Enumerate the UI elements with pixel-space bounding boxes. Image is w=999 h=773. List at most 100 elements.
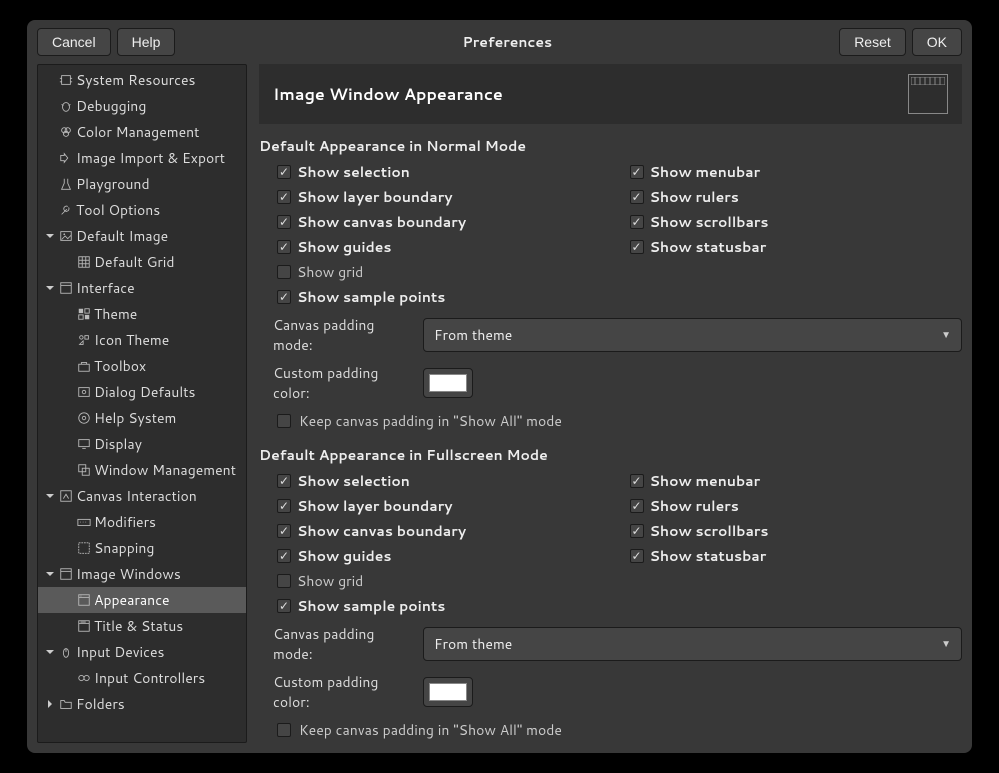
- checkbox[interactable]: [277, 190, 291, 204]
- expander-icon[interactable]: [44, 698, 56, 710]
- checkbox-row: Show selection: [277, 471, 610, 491]
- tree-item-label: Playground: [76, 174, 150, 194]
- checkbox-row: Show sample points: [277, 287, 610, 307]
- toolbox-icon: [76, 358, 92, 374]
- window-icon: [58, 280, 74, 296]
- checkbox[interactable]: [277, 240, 291, 254]
- checkbox[interactable]: [277, 499, 291, 513]
- io-icon: [58, 150, 74, 166]
- checkbox-label: Show rulers: [650, 187, 739, 207]
- tree-item-label: System Resources: [76, 70, 195, 90]
- tree-item-default-grid[interactable]: Default Grid: [38, 249, 246, 275]
- checkbox-label: Show selection: [297, 471, 410, 491]
- tree-item-label: Image Import & Export: [76, 148, 225, 168]
- tree-item-help-system[interactable]: Help System: [38, 405, 246, 431]
- chevron-down-icon: ▼: [941, 637, 951, 651]
- checkbox[interactable]: [630, 165, 644, 179]
- tree-item-input-controllers[interactable]: Input Controllers: [38, 665, 246, 691]
- checkbox[interactable]: [630, 215, 644, 229]
- tree-item-interface[interactable]: Interface: [38, 275, 246, 301]
- checkbox-row: Show guides: [277, 237, 610, 257]
- checkbox-label: Show layer boundary: [297, 496, 453, 516]
- padding-mode-dropdown[interactable]: From theme ▼: [423, 318, 962, 352]
- checkbox[interactable]: [277, 549, 291, 563]
- padding-mode-dropdown[interactable]: From theme ▼: [423, 627, 962, 661]
- tree-item-icon-theme[interactable]: Icon Theme: [38, 327, 246, 353]
- checkbox[interactable]: [630, 190, 644, 204]
- tree-item-tool-options[interactable]: Tool Options: [38, 197, 246, 223]
- tree-item-toolbox[interactable]: Toolbox: [38, 353, 246, 379]
- cancel-button[interactable]: Cancel: [37, 28, 111, 56]
- theme-icon: [76, 306, 92, 322]
- expander-icon[interactable]: [44, 568, 56, 580]
- checkbox[interactable]: [277, 723, 291, 737]
- category-tree[interactable]: System Resources DebuggingColor Managemen…: [37, 64, 247, 743]
- expander-icon[interactable]: [44, 646, 56, 658]
- help-icon: [76, 410, 92, 426]
- checkbox[interactable]: [277, 215, 291, 229]
- section-title: Default Appearance in Normal Mode: [259, 136, 962, 156]
- tree-item-label: Folders: [76, 694, 125, 714]
- padding-color-button[interactable]: [423, 368, 473, 398]
- preferences-dialog: Cancel Help Preferences Reset OK System …: [27, 20, 972, 753]
- section-fullscreen: Default Appearance in Fullscreen Mode Sh…: [259, 445, 962, 740]
- checkbox-label: Show grid: [297, 571, 363, 591]
- checkbox[interactable]: [277, 599, 291, 613]
- checkbox-label: Show guides: [297, 237, 391, 257]
- keyboard-icon: [76, 514, 92, 530]
- tree-item-snapping[interactable]: Snapping: [38, 535, 246, 561]
- checkbox[interactable]: [630, 240, 644, 254]
- tree-item-theme[interactable]: Theme: [38, 301, 246, 327]
- checkbox[interactable]: [630, 549, 644, 563]
- tree-item-input-devices[interactable]: Input Devices: [38, 639, 246, 665]
- checkbox[interactable]: [277, 290, 291, 304]
- padding-mode-row: Canvas padding mode: From theme ▼: [259, 624, 962, 664]
- tree-item-default-image[interactable]: Default Image: [38, 223, 246, 249]
- bug-icon: [58, 98, 74, 114]
- checkbox[interactable]: [630, 474, 644, 488]
- checkbox-row: Show layer boundary: [277, 187, 610, 207]
- tree-item-image-windows[interactable]: Image Windows: [38, 561, 246, 587]
- checkbox[interactable]: [277, 574, 291, 588]
- checkbox-label: Show rulers: [650, 496, 739, 516]
- tree-item-title-status[interactable]: Title & Status: [38, 613, 246, 639]
- ok-button[interactable]: OK: [912, 28, 962, 56]
- grid-icon: [76, 254, 92, 270]
- tree-item-window-management[interactable]: Window Management: [38, 457, 246, 483]
- tree-item-label: Appearance: [94, 590, 170, 610]
- checkbox[interactable]: [277, 474, 291, 488]
- section-title: Default Appearance in Fullscreen Mode: [259, 445, 962, 465]
- tree-item-modifiers[interactable]: Modifiers: [38, 509, 246, 535]
- help-button[interactable]: Help: [117, 28, 176, 56]
- tree-item-canvas-interaction[interactable]: Canvas Interaction: [38, 483, 246, 509]
- tree-item-display[interactable]: Display: [38, 431, 246, 457]
- checkbox[interactable]: [277, 265, 291, 279]
- circles-icon: [58, 124, 74, 140]
- expander-icon[interactable]: [44, 282, 56, 294]
- tree-item-label: Modifiers: [94, 512, 156, 532]
- color-swatch: [429, 374, 467, 392]
- tree-item-appearance[interactable]: Appearance: [38, 587, 246, 613]
- checkbox-label: Show canvas boundary: [297, 521, 466, 541]
- padding-color-button[interactable]: [423, 677, 473, 707]
- tree-item-system-resources[interactable]: System Resources: [38, 67, 246, 93]
- checkbox-row: Show menubar: [630, 162, 963, 182]
- checkbox[interactable]: [277, 414, 291, 428]
- tree-item-folders[interactable]: Folders: [38, 691, 246, 717]
- checkbox[interactable]: [277, 165, 291, 179]
- input-icon: [58, 644, 74, 660]
- checkbox[interactable]: [630, 499, 644, 513]
- tree-item-playground[interactable]: Playground: [38, 171, 246, 197]
- checkbox-label: Keep canvas padding in "Show All" mode: [299, 411, 562, 431]
- tree-item-debugging[interactable]: Debugging: [38, 93, 246, 119]
- checkbox-grid: Show selection Show layer boundary Show …: [259, 471, 962, 616]
- checkbox[interactable]: [277, 524, 291, 538]
- checkbox[interactable]: [630, 524, 644, 538]
- tree-item-image-import-export[interactable]: Image Import & Export: [38, 145, 246, 171]
- tree-item-color-management[interactable]: Color Management: [38, 119, 246, 145]
- reset-button[interactable]: Reset: [839, 28, 906, 56]
- dialog-content: System Resources DebuggingColor Managemen…: [27, 64, 972, 753]
- expander-icon[interactable]: [44, 230, 56, 242]
- tree-item-dialog-defaults[interactable]: Dialog Defaults: [38, 379, 246, 405]
- expander-icon[interactable]: [44, 490, 56, 502]
